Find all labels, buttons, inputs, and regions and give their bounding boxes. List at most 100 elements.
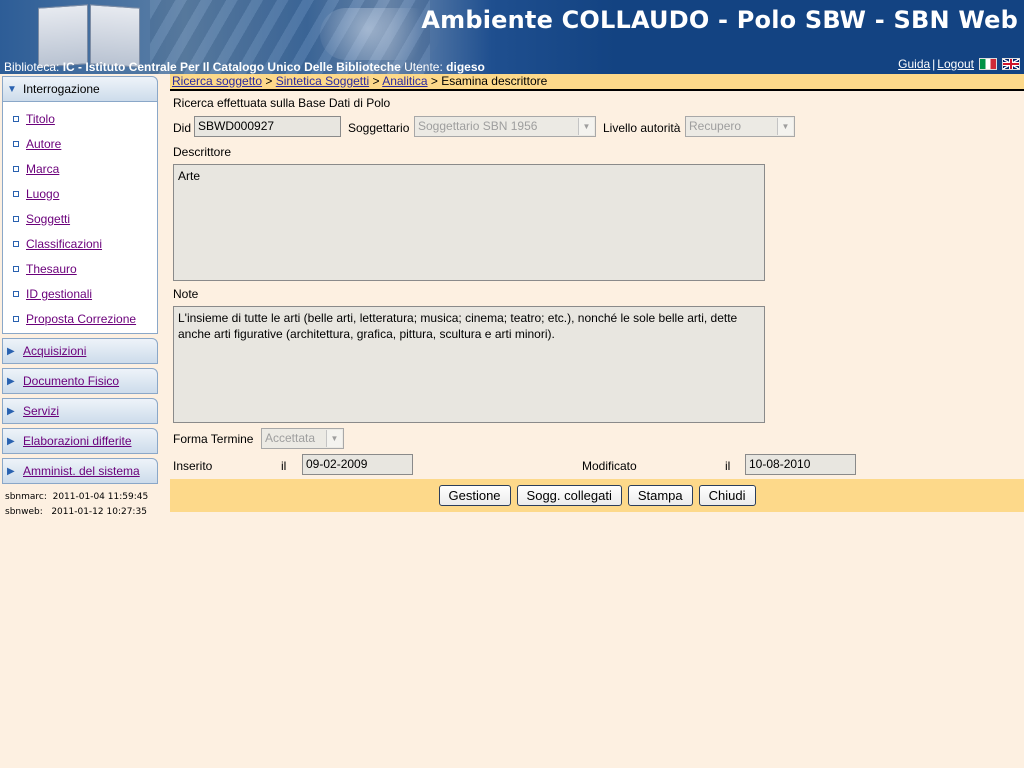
triangle-right-icon: ▶ — [7, 345, 15, 357]
sogg-collegati-button[interactable]: Sogg. collegati — [516, 485, 622, 506]
square-bullet-icon — [13, 315, 19, 322]
breadcrumb-sep: > — [430, 74, 438, 88]
descrittore-label: Descrittore — [173, 145, 232, 159]
triangle-right-icon: ▶ — [7, 375, 15, 387]
livello-autorita-select[interactable]: Recupero ▼ — [685, 116, 795, 137]
breadcrumb-sep: > — [265, 74, 273, 88]
sbnweb-stamp: sbnweb: 2011-01-12 10:27:35 — [5, 507, 147, 517]
sidebar-item-id-gestionali: ID gestionali — [3, 281, 157, 306]
utente-value: digeso — [446, 60, 485, 74]
sidebar-link-proposta-correzione[interactable]: Proposta Correzione — [26, 312, 136, 326]
menu-documento-fisico-label[interactable]: Documento Fisico — [23, 374, 119, 388]
breadcrumb-analitica[interactable]: Analitica — [382, 74, 427, 88]
square-bullet-icon — [13, 215, 19, 222]
italian-flag-icon[interactable] — [979, 58, 997, 70]
sidebar-item-classificazioni: Classificazioni — [3, 231, 157, 256]
menu-acquisizioni-label[interactable]: Acquisizioni — [23, 344, 86, 358]
did-field[interactable]: SBWD000927 — [194, 116, 341, 137]
gestione-button[interactable]: Gestione — [438, 485, 511, 506]
triangle-right-icon: ▶ — [7, 465, 15, 477]
sidebar-item-titolo: Titolo — [3, 106, 157, 131]
sidebar-item-luogo: Luogo — [3, 181, 157, 206]
inserito-date-field[interactable]: 09-02-2009 — [302, 454, 413, 475]
sidebar-link-marca[interactable]: Marca — [26, 162, 59, 176]
interrogazione-submenu: Titolo Autore Marca Luogo Soggetti Class… — [2, 102, 158, 334]
sidebar-link-titolo[interactable]: Titolo — [26, 112, 55, 126]
breadcrumb-ricerca-soggetto[interactable]: Ricerca soggetto — [172, 74, 262, 88]
menu-interrogazione-label: Interrogazione — [23, 82, 100, 96]
square-bullet-icon — [13, 240, 19, 247]
square-bullet-icon — [13, 140, 19, 147]
livello-autorita-value: Recupero — [689, 119, 742, 133]
sidebar-item-autore: Autore — [3, 131, 157, 156]
app-header: Ambiente COLLAUDO - Polo SBW - SBN Web B… — [0, 0, 1024, 74]
breadcrumb-sep: > — [372, 74, 380, 88]
sidebar-link-soggetti[interactable]: Soggetti — [26, 212, 70, 226]
breadcrumb-sintetica-soggetti[interactable]: Sintetica Soggetti — [276, 74, 369, 88]
menu-elaborazioni-differite[interactable]: ▶ Elaborazioni differite — [2, 428, 158, 454]
square-bullet-icon — [13, 190, 19, 197]
menu-amministrazione-sistema[interactable]: ▶ Amminist. del sistema — [2, 458, 158, 484]
sbnmarc-stamp: sbnmarc: 2011-01-04 11:59:45 — [5, 492, 149, 502]
sidebar: ▼ Interrogazione Titolo Autore Marca Luo… — [2, 76, 158, 520]
modificato-il-label: il — [725, 459, 731, 473]
soggettario-select[interactable]: Soggettario SBN 1956 ▼ — [414, 116, 596, 137]
biblioteca-value: IC - Istituto Centrale Per Il Catalogo U… — [62, 60, 401, 74]
forma-termine-label: Forma Termine — [173, 432, 254, 446]
action-bar: Gestione Sogg. collegati Stampa Chiudi — [170, 479, 1024, 512]
menu-interrogazione[interactable]: ▼ Interrogazione — [2, 76, 158, 102]
sidebar-link-classificazioni[interactable]: Classificazioni — [26, 237, 102, 251]
utente-label: Utente: — [404, 60, 443, 74]
sidebar-item-thesauro: Thesauro — [3, 256, 157, 281]
menu-acquisizioni[interactable]: ▶ Acquisizioni — [2, 338, 158, 364]
guida-link[interactable]: Guida — [898, 57, 930, 71]
sidebar-link-autore[interactable]: Autore — [26, 137, 61, 151]
chevron-down-icon: ▼ — [326, 430, 342, 447]
livello-autorita-label: Livello autorità — [603, 121, 681, 135]
logout-link[interactable]: Logout — [937, 57, 974, 71]
modificato-label: Modificato — [582, 459, 637, 473]
session-info: Biblioteca: IC - Istituto Centrale Per I… — [4, 60, 485, 74]
modificato-date-field[interactable]: 10-08-2010 — [745, 454, 856, 475]
square-bullet-icon — [13, 115, 19, 122]
menu-amministrazione-sistema-label[interactable]: Amminist. del sistema — [23, 464, 140, 478]
square-bullet-icon — [13, 290, 19, 297]
sidebar-link-thesauro[interactable]: Thesauro — [26, 262, 77, 276]
open-book-logo — [38, 4, 142, 68]
triangle-right-icon: ▶ — [7, 435, 15, 447]
menu-elaborazioni-differite-label[interactable]: Elaborazioni differite — [23, 434, 132, 448]
stampa-button[interactable]: Stampa — [627, 485, 693, 506]
ricerca-info: Ricerca effettuata sulla Base Dati di Po… — [173, 96, 391, 110]
did-label: Did — [173, 121, 192, 135]
version-stamps: sbnmarc: 2011-01-04 11:59:45 sbnweb: 201… — [2, 490, 158, 520]
chevron-down-icon: ▼ — [578, 118, 594, 135]
sidebar-item-soggetti: Soggetti — [3, 206, 157, 231]
triangle-down-icon: ▼ — [7, 83, 17, 95]
soggettario-value: Soggettario SBN 1956 — [418, 119, 538, 133]
square-bullet-icon — [13, 265, 19, 272]
menu-documento-fisico[interactable]: ▶ Documento Fisico — [2, 368, 158, 394]
chevron-down-icon: ▼ — [777, 118, 793, 135]
biblioteca-label: Biblioteca: — [4, 60, 60, 74]
triangle-right-icon: ▶ — [7, 405, 15, 417]
square-bullet-icon — [13, 165, 19, 172]
soggettario-label: Soggettario — [348, 121, 410, 135]
forma-termine-select[interactable]: Accettata ▼ — [261, 428, 344, 449]
inserito-il-label: il — [281, 459, 287, 473]
breadcrumb: Ricerca soggetto > Sintetica Soggetti > … — [170, 74, 1024, 91]
note-textarea[interactable]: L'insieme di tutte le arti (belle arti, … — [173, 306, 765, 423]
sidebar-link-id-gestionali[interactable]: ID gestionali — [26, 287, 92, 301]
app-title: Ambiente COLLAUDO - Polo SBW - SBN Web — [421, 6, 1018, 34]
menu-servizi[interactable]: ▶ Servizi — [2, 398, 158, 424]
sidebar-item-proposta-correzione: Proposta Correzione — [3, 306, 157, 331]
inserito-label: Inserito — [173, 459, 213, 473]
descrittore-textarea[interactable]: Arte — [173, 164, 765, 281]
top-links: Guida | Logout — [898, 57, 1020, 71]
sidebar-link-luogo[interactable]: Luogo — [26, 187, 59, 201]
forma-termine-value: Accettata — [265, 431, 316, 445]
uk-flag-icon[interactable] — [1002, 58, 1020, 70]
breadcrumb-current: Esamina descrittore — [441, 74, 548, 88]
link-separator: | — [932, 57, 936, 71]
menu-servizi-label[interactable]: Servizi — [23, 404, 59, 418]
chiudi-button[interactable]: Chiudi — [698, 485, 756, 506]
